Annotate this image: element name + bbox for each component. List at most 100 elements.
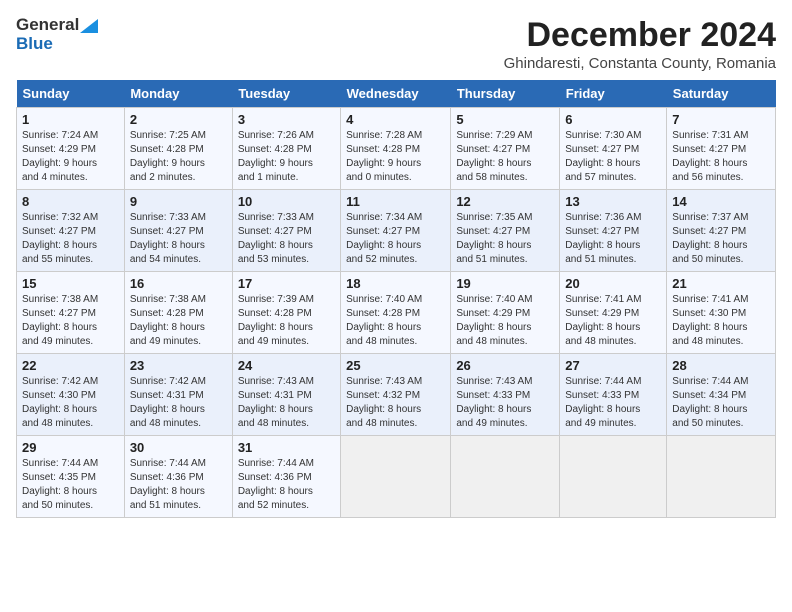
calendar-week: 22 Sunrise: 7:42 AM Sunset: 4:30 PM Dayli… [17,354,776,436]
calendar-week: 1 Sunrise: 7:24 AM Sunset: 4:29 PM Daylig… [17,108,776,190]
calendar-cell [451,436,560,518]
calendar-cell [341,436,451,518]
logo: General Blue [16,16,98,53]
calendar-cell: 31 Sunrise: 7:44 AM Sunset: 4:36 PM Dayli… [232,436,340,518]
day-info: Sunrise: 7:32 AM Sunset: 4:27 PM Dayligh… [22,211,119,267]
day-number: 9 [130,194,227,209]
calendar-cell: 21 Sunrise: 7:41 AM Sunset: 4:30 PM Dayli… [667,272,776,354]
day-info: Sunrise: 7:44 AM Sunset: 4:35 PM Dayligh… [22,457,119,513]
day-number: 12 [456,194,554,209]
day-info: Sunrise: 7:42 AM Sunset: 4:30 PM Dayligh… [22,375,119,431]
day-number: 10 [238,194,335,209]
day-number: 19 [456,276,554,291]
day-number: 5 [456,112,554,127]
day-number: 31 [238,440,335,455]
calendar-cell: 30Sunrise: 7:44 AM Sunset: 4:36 PM Dayli… [124,436,232,518]
location-text: Ghindaresti, Constanta County, Romania [504,55,776,72]
day-number: 8 [22,194,119,209]
day-info: Sunrise: 7:29 AM Sunset: 4:27 PM Dayligh… [456,129,554,185]
day-info: Sunrise: 7:43 AM Sunset: 4:33 PM Dayligh… [456,375,554,431]
day-info: Sunrise: 7:38 AM Sunset: 4:28 PM Dayligh… [130,293,227,349]
calendar-cell: 6Sunrise: 7:30 AM Sunset: 4:27 PM Daylig… [560,108,667,190]
calendar-week: 29 Sunrise: 7:44 AM Sunset: 4:35 PM Dayli… [17,436,776,518]
day-info: Sunrise: 7:40 AM Sunset: 4:28 PM Dayligh… [346,293,445,349]
day-number: 28 [672,358,770,373]
day-info: Sunrise: 7:30 AM Sunset: 4:27 PM Dayligh… [565,129,661,185]
month-title: December 2024 [504,16,776,55]
calendar-cell [667,436,776,518]
day-number: 13 [565,194,661,209]
day-number: 30 [130,440,227,455]
day-info: Sunrise: 7:40 AM Sunset: 4:29 PM Dayligh… [456,293,554,349]
calendar-cell: 9 Sunrise: 7:33 AM Sunset: 4:27 PM Daylig… [124,190,232,272]
calendar-week: 15 Sunrise: 7:38 AM Sunset: 4:27 PM Dayli… [17,272,776,354]
day-info: Sunrise: 7:35 AM Sunset: 4:27 PM Dayligh… [456,211,554,267]
calendar-cell: 22 Sunrise: 7:42 AM Sunset: 4:30 PM Dayli… [17,354,125,436]
day-info: Sunrise: 7:31 AM Sunset: 4:27 PM Dayligh… [672,129,770,185]
day-number: 16 [130,276,227,291]
day-number: 23 [130,358,227,373]
calendar-cell: 12 Sunrise: 7:35 AM Sunset: 4:27 PM Dayli… [451,190,560,272]
calendar-cell: 18 Sunrise: 7:40 AM Sunset: 4:28 PM Dayli… [341,272,451,354]
day-info: Sunrise: 7:24 AM Sunset: 4:29 PM Dayligh… [22,129,119,185]
day-number: 18 [346,276,445,291]
weekday-header: Wednesday [341,80,451,108]
day-info: Sunrise: 7:44 AM Sunset: 4:33 PM Dayligh… [565,375,661,431]
day-info: Sunrise: 7:38 AM Sunset: 4:27 PM Dayligh… [22,293,119,349]
day-number: 29 [22,440,119,455]
day-number: 3 [238,112,335,127]
calendar-cell: 3 Sunrise: 7:26 AM Sunset: 4:28 PM Daylig… [232,108,340,190]
day-number: 17 [238,276,335,291]
day-number: 2 [130,112,227,127]
calendar-cell [560,436,667,518]
day-number: 4 [346,112,445,127]
day-info: Sunrise: 7:39 AM Sunset: 4:28 PM Dayligh… [238,293,335,349]
weekday-header: Monday [124,80,232,108]
calendar-cell: 25 Sunrise: 7:43 AM Sunset: 4:32 PM Dayli… [341,354,451,436]
day-number: 14 [672,194,770,209]
calendar-cell: 28 Sunrise: 7:44 AM Sunset: 4:34 PM Dayli… [667,354,776,436]
weekday-header: Saturday [667,80,776,108]
calendar-cell: 17 Sunrise: 7:39 AM Sunset: 4:28 PM Dayli… [232,272,340,354]
day-number: 22 [22,358,119,373]
weekday-header: Sunday [17,80,125,108]
calendar-cell: 11Sunrise: 7:34 AM Sunset: 4:27 PM Dayli… [341,190,451,272]
day-number: 27 [565,358,661,373]
calendar-cell: 2 Sunrise: 7:25 AM Sunset: 4:28 PM Daylig… [124,108,232,190]
calendar-cell: 13 Sunrise: 7:36 AM Sunset: 4:27 PM Dayli… [560,190,667,272]
day-number: 26 [456,358,554,373]
day-info: Sunrise: 7:28 AM Sunset: 4:28 PM Dayligh… [346,129,445,185]
calendar-header: SundayMondayTuesdayWednesdayThursdayFrid… [17,80,776,108]
day-info: Sunrise: 7:43 AM Sunset: 4:32 PM Dayligh… [346,375,445,431]
page-header: General Blue December 2024 Ghindaresti, … [16,16,776,72]
day-number: 1 [22,112,119,127]
day-info: Sunrise: 7:44 AM Sunset: 4:36 PM Dayligh… [238,457,335,513]
day-number: 15 [22,276,119,291]
day-number: 20 [565,276,661,291]
day-number: 21 [672,276,770,291]
calendar-cell: 14Sunrise: 7:37 AM Sunset: 4:27 PM Dayli… [667,190,776,272]
calendar-cell: 27 Sunrise: 7:44 AM Sunset: 4:33 PM Dayli… [560,354,667,436]
day-info: Sunrise: 7:43 AM Sunset: 4:31 PM Dayligh… [238,375,335,431]
calendar-table: SundayMondayTuesdayWednesdayThursdayFrid… [16,80,776,518]
day-number: 11 [346,194,445,209]
day-info: Sunrise: 7:44 AM Sunset: 4:34 PM Dayligh… [672,375,770,431]
day-info: Sunrise: 7:33 AM Sunset: 4:27 PM Dayligh… [130,211,227,267]
title-block: December 2024 Ghindaresti, Constanta Cou… [504,16,776,72]
calendar-cell: 1 Sunrise: 7:24 AM Sunset: 4:29 PM Daylig… [17,108,125,190]
day-info: Sunrise: 7:26 AM Sunset: 4:28 PM Dayligh… [238,129,335,185]
calendar-cell: 26 Sunrise: 7:43 AM Sunset: 4:33 PM Dayli… [451,354,560,436]
calendar-week: 8 Sunrise: 7:32 AM Sunset: 4:27 PM Daylig… [17,190,776,272]
day-info: Sunrise: 7:36 AM Sunset: 4:27 PM Dayligh… [565,211,661,267]
weekday-header: Friday [560,80,667,108]
calendar-cell: 7Sunrise: 7:31 AM Sunset: 4:27 PM Daylig… [667,108,776,190]
day-info: Sunrise: 7:25 AM Sunset: 4:28 PM Dayligh… [130,129,227,185]
day-number: 25 [346,358,445,373]
day-number: 24 [238,358,335,373]
day-info: Sunrise: 7:41 AM Sunset: 4:30 PM Dayligh… [672,293,770,349]
day-info: Sunrise: 7:41 AM Sunset: 4:29 PM Dayligh… [565,293,661,349]
calendar-cell: 8 Sunrise: 7:32 AM Sunset: 4:27 PM Daylig… [17,190,125,272]
calendar-cell: 20 Sunrise: 7:41 AM Sunset: 4:29 PM Dayli… [560,272,667,354]
logo-icon [80,15,98,33]
calendar-cell: 15 Sunrise: 7:38 AM Sunset: 4:27 PM Dayli… [17,272,125,354]
